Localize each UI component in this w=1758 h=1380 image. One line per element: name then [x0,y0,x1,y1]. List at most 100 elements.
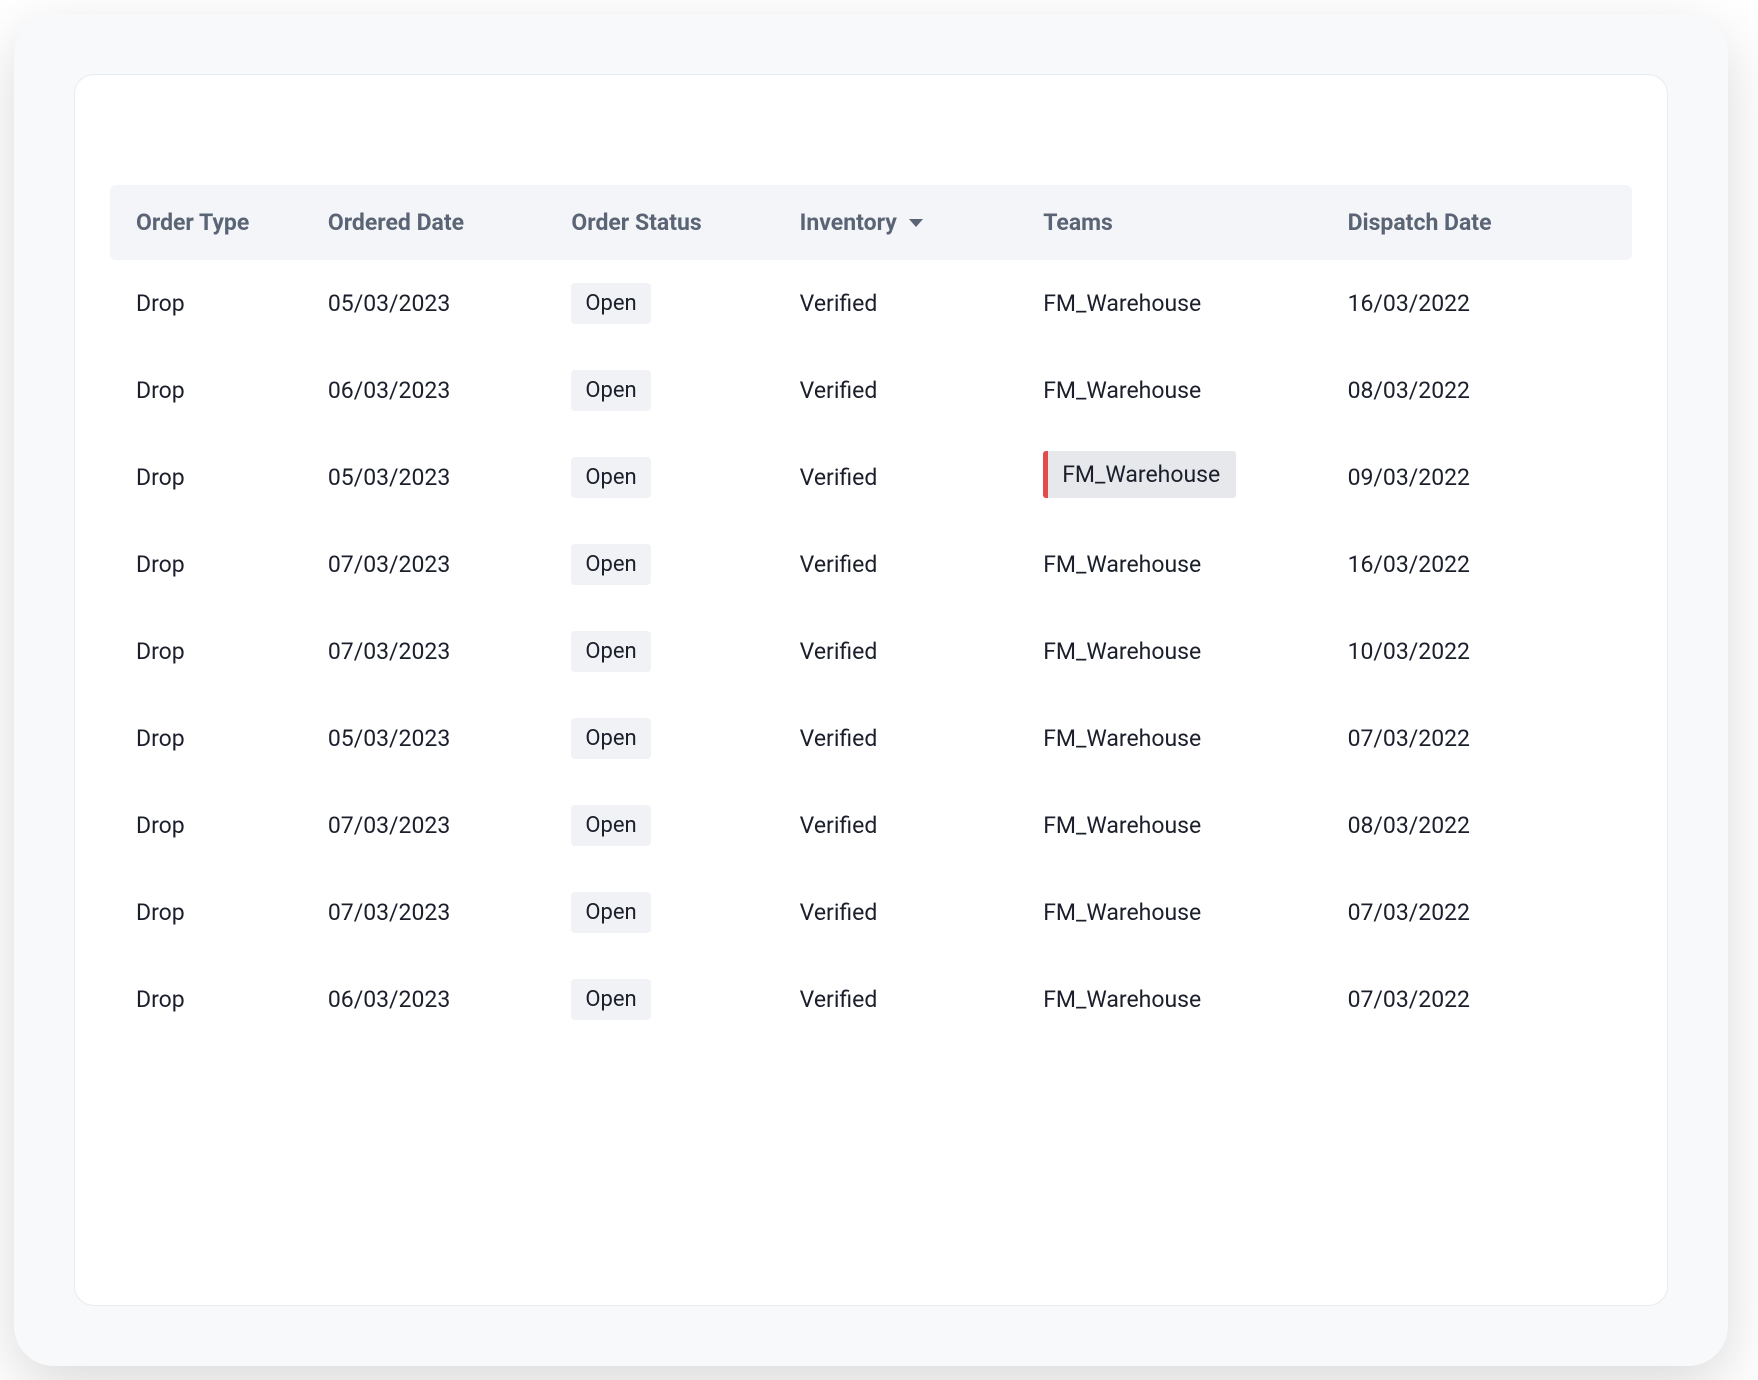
status-badge: Open [571,370,650,411]
status-badge: Open [571,457,650,498]
ordered-date-value: 07/03/2023 [328,899,450,926]
teams-value: FM_Warehouse [1043,812,1201,839]
cell-inventory: Verified [780,608,1024,695]
dispatch-date-value: 09/03/2022 [1348,464,1470,491]
column-header-label: Dispatch Date [1348,209,1492,236]
cell-teams: FM_Warehouse [1023,956,1327,1043]
inventory-value: Verified [800,725,878,752]
cell-dispatch-date: 16/03/2022 [1328,521,1632,608]
table-row[interactable]: Drop05/03/2023OpenVerifiedFM_Warehouse09… [110,434,1632,521]
table-row[interactable]: Drop06/03/2023OpenVerifiedFM_Warehouse08… [110,347,1632,434]
cell-order-status: Open [551,434,779,521]
table-row[interactable]: Drop06/03/2023OpenVerifiedFM_Warehouse07… [110,956,1632,1043]
order-type-value: Drop [136,290,185,317]
order-type-value: Drop [136,725,185,752]
table-row[interactable]: Drop07/03/2023OpenVerifiedFM_Warehouse10… [110,608,1632,695]
status-badge: Open [571,544,650,585]
order-type-value: Drop [136,899,185,926]
table-header-row: Order Type Ordered Date Order Status Inv… [110,185,1632,260]
content-panel: Order Type Ordered Date Order Status Inv… [74,74,1668,1306]
cell-dispatch-date: 07/03/2022 [1328,869,1632,956]
table-row[interactable]: Drop 05/03/2023 Open Verified FM_Warehouse 16… [110,260,1632,347]
team-cell-highlighted[interactable]: FM_Warehouse [1043,451,1236,498]
sort-header-inventory[interactable]: Inventory [800,209,923,236]
dispatch-date-value: 07/03/2022 [1348,899,1470,926]
dispatch-date-value: 07/03/2022 [1348,725,1470,752]
cell-ordered-date: 06/03/2023 [308,347,552,434]
cell-order-type: Drop [110,695,308,782]
order-type-value: Drop [136,464,185,491]
inventory-value: Verified [800,899,878,926]
cell-ordered-date: 07/03/2023 [308,521,552,608]
order-type-value: Drop [136,812,185,839]
cell-teams: FM_Warehouse [1023,521,1327,608]
cell-teams: FM_Warehouse [1023,782,1327,869]
cell-order-type: Drop [110,347,308,434]
table-row[interactable]: Drop05/03/2023OpenVerifiedFM_Warehouse07… [110,695,1632,782]
cell-order-type: Drop [110,260,308,347]
ordered-date-value: 06/03/2023 [328,377,450,404]
column-header-teams[interactable]: Teams [1023,185,1327,260]
inventory-value: Verified [800,464,878,491]
cell-dispatch-date: 09/03/2022 [1328,434,1632,521]
cell-order-status: Open [551,608,779,695]
cell-order-type: Drop [110,608,308,695]
cell-dispatch-date: 10/03/2022 [1328,608,1632,695]
dispatch-date-value: 07/03/2022 [1348,986,1470,1013]
cell-order-type: Drop [110,869,308,956]
inventory-value: Verified [800,377,878,404]
status-badge: Open [571,718,650,759]
column-header-order-status[interactable]: Order Status [551,185,779,260]
cell-inventory: Verified [780,521,1024,608]
cell-order-status: Open [551,695,779,782]
table-row[interactable]: Drop 07/03/2023 Open Verified FM_Warehouse 08… [110,782,1632,869]
order-type-value: Drop [136,638,185,665]
order-type-value: Drop [136,551,185,578]
column-header-inventory[interactable]: Inventory [780,185,1024,260]
table-body: Drop05/03/2023OpenVerifiedFM_Warehouse16… [110,260,1632,1043]
cell-teams: FM_Warehouse [1023,695,1327,782]
cell-inventory: Verified [780,956,1024,1043]
cell-inventory: Verified [780,782,1024,869]
column-header-dispatch-date[interactable]: Dispatch Date [1328,185,1632,260]
cell-order-type: Drop [110,521,308,608]
dispatch-date-value: 16/03/2022 [1348,290,1470,317]
cell-inventory: Verified [780,695,1024,782]
cell-ordered-date: 05/03/2023 [308,260,552,347]
cell-order-status: Open [551,956,779,1043]
ordered-date-value: 05/03/2023 [328,290,450,317]
status-badge: Open [571,283,650,324]
teams-value: FM_Warehouse [1043,377,1201,404]
cell-teams: FM_Warehouse [1023,869,1327,956]
teams-value: FM_Warehouse [1043,899,1201,926]
inventory-value: Verified [800,290,878,317]
status-badge: Open [571,892,650,933]
cell-order-status: Open [551,869,779,956]
cell-dispatch-date: 08/03/2022 [1328,782,1632,869]
teams-value: FM_Warehouse [1043,638,1201,665]
cell-order-status: Open [551,260,779,347]
cell-order-status: Open [551,782,779,869]
teams-value: FM_Warehouse [1048,451,1236,498]
cell-order-status: Open [551,521,779,608]
status-badge: Open [571,979,650,1020]
teams-value: FM_Warehouse [1043,290,1201,317]
cell-ordered-date: 06/03/2023 [308,956,552,1043]
cell-teams: FM_Warehouse [1023,608,1327,695]
orders-table: Order Type Ordered Date Order Status Inv… [110,185,1632,1043]
cell-inventory: Verified [780,347,1024,434]
column-header-ordered-date[interactable]: Ordered Date [308,185,552,260]
cell-ordered-date: 07/03/2023 [308,782,552,869]
cell-dispatch-date: 07/03/2022 [1328,695,1632,782]
inventory-value: Verified [800,551,878,578]
cell-dispatch-date: 16/03/2022 [1328,260,1632,347]
cell-dispatch-date: 07/03/2022 [1328,956,1632,1043]
ordered-date-value: 06/03/2023 [328,986,450,1013]
device-frame: Order Type Ordered Date Order Status Inv… [14,14,1728,1366]
table-row[interactable]: Drop 07/03/2023 Open Verified FM_Warehouse 07… [110,869,1632,956]
inventory-value: Verified [800,812,878,839]
column-header-label: Inventory [800,209,897,236]
column-header-order-type[interactable]: Order Type [110,185,308,260]
table-row[interactable]: Drop 07/03/2023 Open Verified FM_Warehouse16… [110,521,1632,608]
status-badge: Open [571,805,650,846]
